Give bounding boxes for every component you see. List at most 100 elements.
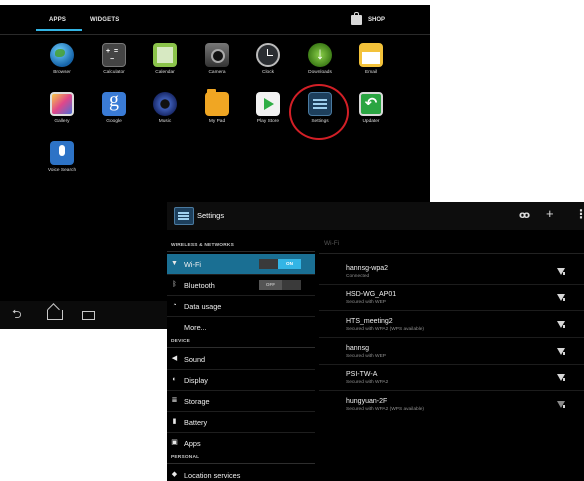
- wifi-network-item[interactable]: hannsg-wpa2 Connected: [319, 260, 584, 282]
- settings-item-sound[interactable]: ◀ Sound: [167, 349, 315, 369]
- wifi-signal-locked-icon: [557, 321, 565, 328]
- network-status: Secured with WEP: [346, 300, 386, 305]
- app-my-pad[interactable]: My Pad: [192, 89, 242, 124]
- app-calculator[interactable]: Calculator: [89, 43, 139, 75]
- settings-item-label: Bluetooth: [184, 281, 215, 290]
- settings-item-location[interactable]: ◆ Location services: [167, 465, 315, 481]
- home-icon[interactable]: [47, 310, 63, 320]
- settings-item-label: Display: [184, 376, 208, 385]
- browser-icon: [50, 43, 74, 67]
- apps-icon: ▣: [171, 439, 178, 446]
- wifi-network-item[interactable]: PSI-TW-A Secured with WPA2: [319, 366, 584, 388]
- clock-icon: [256, 43, 280, 67]
- settings-highlight-circle: [289, 84, 349, 140]
- app-label: Downloads: [308, 70, 332, 75]
- shop-button[interactable]: SHOP: [368, 17, 385, 23]
- settings-item-bluetooth[interactable]: ᛒ Bluetooth OFF: [167, 275, 315, 295]
- network-status: Secured with WPA2 (WPS available): [346, 407, 425, 412]
- storage-icon: ≣: [171, 397, 178, 404]
- recent-apps-icon[interactable]: [82, 311, 95, 320]
- divider: [167, 463, 315, 464]
- app-label: Gallery: [54, 119, 70, 124]
- settings-item-label: Data usage: [184, 302, 222, 311]
- speaker-icon: ◀: [171, 355, 178, 362]
- wifi-icon: ▼: [171, 260, 178, 267]
- tab-apps[interactable]: APPS: [49, 17, 66, 23]
- network-ssid: hungyuan-2F: [346, 398, 388, 405]
- settings-item-label: Location services: [184, 471, 241, 480]
- app-browser[interactable]: Browser: [37, 43, 87, 75]
- network-ssid: hannsg-wpa2: [346, 265, 389, 272]
- calculator-icon: [102, 43, 126, 67]
- network-ssid: HSD-WG_AP01: [346, 291, 397, 298]
- app-camera[interactable]: Camera: [192, 43, 242, 75]
- app-email[interactable]: Email: [346, 43, 396, 75]
- microphone-icon: [50, 141, 74, 165]
- app-clock[interactable]: Clock: [243, 43, 293, 75]
- wifi-signal-weak-icon: [557, 401, 565, 408]
- app-label: Voice Search: [47, 168, 77, 173]
- page-title: Settings: [197, 211, 225, 220]
- wifi-toggle[interactable]: ON: [259, 259, 301, 269]
- wifi-network-item[interactable]: HTS_meeting2 Secured with WPA2 (WPS avai…: [319, 313, 584, 335]
- app-label: Clock: [262, 70, 274, 75]
- app-google[interactable]: Google: [89, 89, 139, 124]
- location-icon: ◆: [171, 471, 178, 478]
- divider: [167, 251, 315, 252]
- app-voice-search[interactable]: Voice Search: [37, 141, 87, 173]
- settings-item-apps[interactable]: ▣ Apps: [167, 433, 315, 453]
- settings-icon[interactable]: [174, 207, 194, 225]
- camera-icon: [205, 43, 229, 67]
- wifi-network-item[interactable]: HSD-WG_AP01 Secured with WEP: [319, 286, 584, 308]
- toggle-state: ON: [278, 259, 301, 269]
- app-play-store[interactable]: Play Store: [243, 92, 293, 124]
- play-store-icon: [256, 92, 280, 116]
- bluetooth-toggle[interactable]: OFF: [259, 280, 301, 290]
- divider: [319, 310, 584, 311]
- network-status: Connected: [346, 274, 370, 279]
- tab-widgets[interactable]: WIDGETS: [90, 17, 119, 23]
- settings-item-more[interactable]: More...: [167, 317, 315, 337]
- wifi-network-item[interactable]: hannsg Secured with WEP: [319, 340, 584, 362]
- music-icon: [153, 92, 177, 116]
- app-music[interactable]: Music: [140, 92, 190, 124]
- settings-item-label: Sound: [184, 355, 206, 364]
- back-icon[interactable]: ⮌: [12, 308, 22, 320]
- action-bar: Settings ꝏ + ⋮: [167, 202, 584, 230]
- settings-item-label: Apps: [184, 439, 201, 448]
- wps-icon[interactable]: ꝏ: [519, 209, 530, 223]
- app-updater[interactable]: Updater: [346, 92, 396, 124]
- app-label: Updater: [362, 119, 380, 124]
- folder-icon: [205, 89, 229, 116]
- wifi-network-list: Wi-Fi hannsg-wpa2 Connected HSD-WG_AP01 …: [319, 230, 584, 481]
- gallery-icon: [50, 92, 74, 116]
- wifi-network-item[interactable]: hungyuan-2F Secured with WPA2 (WPS avail…: [319, 393, 584, 415]
- battery-icon: ▮: [172, 418, 177, 425]
- settings-item-battery[interactable]: ▮ Battery: [167, 412, 315, 432]
- divider: [167, 347, 315, 348]
- email-icon: [359, 43, 383, 67]
- network-ssid: hannsg: [346, 345, 369, 352]
- divider: [0, 34, 430, 35]
- divider: [319, 284, 584, 285]
- section-header: DEVICE: [171, 339, 191, 344]
- divider: [319, 390, 584, 391]
- settings-item-data-usage[interactable]: ◔ Data usage: [167, 296, 315, 316]
- network-status: Secured with WPA2 (WPS available): [346, 327, 425, 332]
- app-label: Music: [158, 119, 172, 124]
- downloads-icon: [308, 43, 332, 67]
- updater-icon: [359, 92, 383, 116]
- app-downloads[interactable]: Downloads: [295, 43, 345, 75]
- app-label: Play Store: [256, 119, 280, 124]
- settings-item-display[interactable]: ◐ Display: [167, 370, 315, 390]
- app-label: Email: [365, 70, 377, 75]
- shopping-bag-icon[interactable]: [351, 12, 362, 25]
- settings-item-storage[interactable]: ≣ Storage: [167, 391, 315, 411]
- launcher-top-bar: APPS WIDGETS SHOP: [0, 5, 430, 35]
- app-gallery[interactable]: Gallery: [37, 92, 87, 124]
- app-label: Camera: [208, 70, 226, 75]
- add-network-icon[interactable]: +: [546, 207, 554, 221]
- app-calendar[interactable]: Calendar: [140, 43, 190, 75]
- settings-item-wifi[interactable]: ▼ Wi-Fi ON: [167, 254, 315, 274]
- overflow-menu-icon[interactable]: ⋮: [575, 207, 584, 221]
